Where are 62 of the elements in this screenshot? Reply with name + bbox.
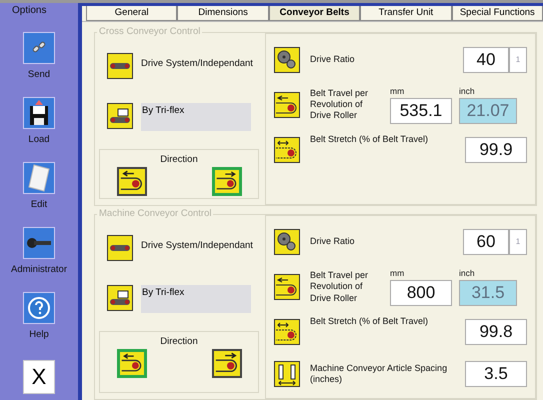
drive-system-label: Drive System/Independant [141, 240, 253, 251]
direction-label: Direction [160, 336, 198, 347]
belt-stretch-icon [274, 318, 300, 345]
mm-value-input[interactable]: 535.1 [390, 98, 452, 124]
unit-label: mm [390, 86, 406, 96]
tri-flex-label: By Tri-flex [142, 286, 184, 298]
edit-label: Edit [30, 199, 48, 210]
parameter-label: Drive Ratio [310, 236, 356, 248]
tab[interactable]: Special Functions [452, 6, 543, 21]
tri-flex-label: By Tri-flex [142, 104, 184, 116]
value-input[interactable]: 3.5 [465, 360, 527, 387]
direction-right-button[interactable] [212, 348, 242, 378]
spacing-icon [274, 360, 300, 387]
parameter-label: Belt Travel per Revolution of Drive Roller [310, 270, 370, 304]
admin-label: Administrator [11, 264, 67, 275]
tab[interactable]: General [86, 6, 178, 21]
help-button[interactable] [23, 292, 55, 324]
belt-stretch-icon [274, 136, 300, 163]
close-button[interactable]: X [23, 360, 55, 394]
edit-button[interactable] [23, 162, 55, 194]
value-input[interactable]: 99.9 [465, 136, 527, 163]
help-label: Help [29, 329, 49, 340]
drive-ratio-input[interactable]: 60 [463, 228, 509, 255]
belt-icon [107, 52, 133, 79]
belt-icon [107, 234, 133, 261]
send-label: Send [28, 69, 50, 80]
direction-left-button[interactable] [116, 166, 146, 196]
tab[interactable]: Conveyor Belts [268, 6, 360, 21]
direction-label: Direction [160, 154, 198, 165]
tab[interactable]: Transfer Unit [360, 6, 452, 21]
mm-value-input[interactable]: 800 [390, 280, 452, 306]
belt-roller-icon [274, 92, 300, 118]
drive-system-label: Drive System/Independant [141, 58, 253, 69]
load-button[interactable] [23, 97, 55, 129]
parameter-label: Belt Stretch (% of Belt Travel) [310, 134, 430, 145]
sidebar-title: Options [12, 5, 46, 16]
send-button[interactable] [23, 32, 55, 64]
parameter-label: Belt Stretch (% of Belt Travel) [310, 316, 430, 328]
unit-label: inch [459, 86, 476, 96]
gears-icon [274, 228, 300, 255]
direction-right-button[interactable] [212, 166, 242, 196]
conveyor-icon [107, 284, 133, 311]
value-input[interactable]: 99.8 [465, 318, 527, 345]
help-icon [27, 296, 51, 320]
wrench-icon [26, 237, 52, 249]
parameter-label: Belt Travel per Revolution of Drive Roller [310, 88, 370, 122]
belt-roller-icon [274, 274, 300, 300]
parameter-label: Machine Conveyor Article Spacing (inches) [310, 362, 448, 386]
parameter-label: Drive Ratio [310, 54, 356, 66]
gears-icon [274, 46, 300, 73]
drive-ratio-input[interactable]: 40 [463, 46, 509, 73]
direction-left-button[interactable] [116, 348, 146, 378]
conveyor-icon [107, 102, 133, 129]
unit-label: inch [459, 268, 476, 278]
load-label: Load [28, 134, 50, 145]
paper-icon [28, 164, 50, 192]
floppy-disk-icon [29, 100, 49, 126]
tab[interactable]: Dimensions [177, 6, 269, 21]
admin-button[interactable] [23, 227, 55, 259]
group-title: Machine Conveyor Control [97, 208, 214, 219]
unit-label: mm [390, 268, 406, 278]
group-title: Cross Conveyor Control [97, 26, 202, 37]
